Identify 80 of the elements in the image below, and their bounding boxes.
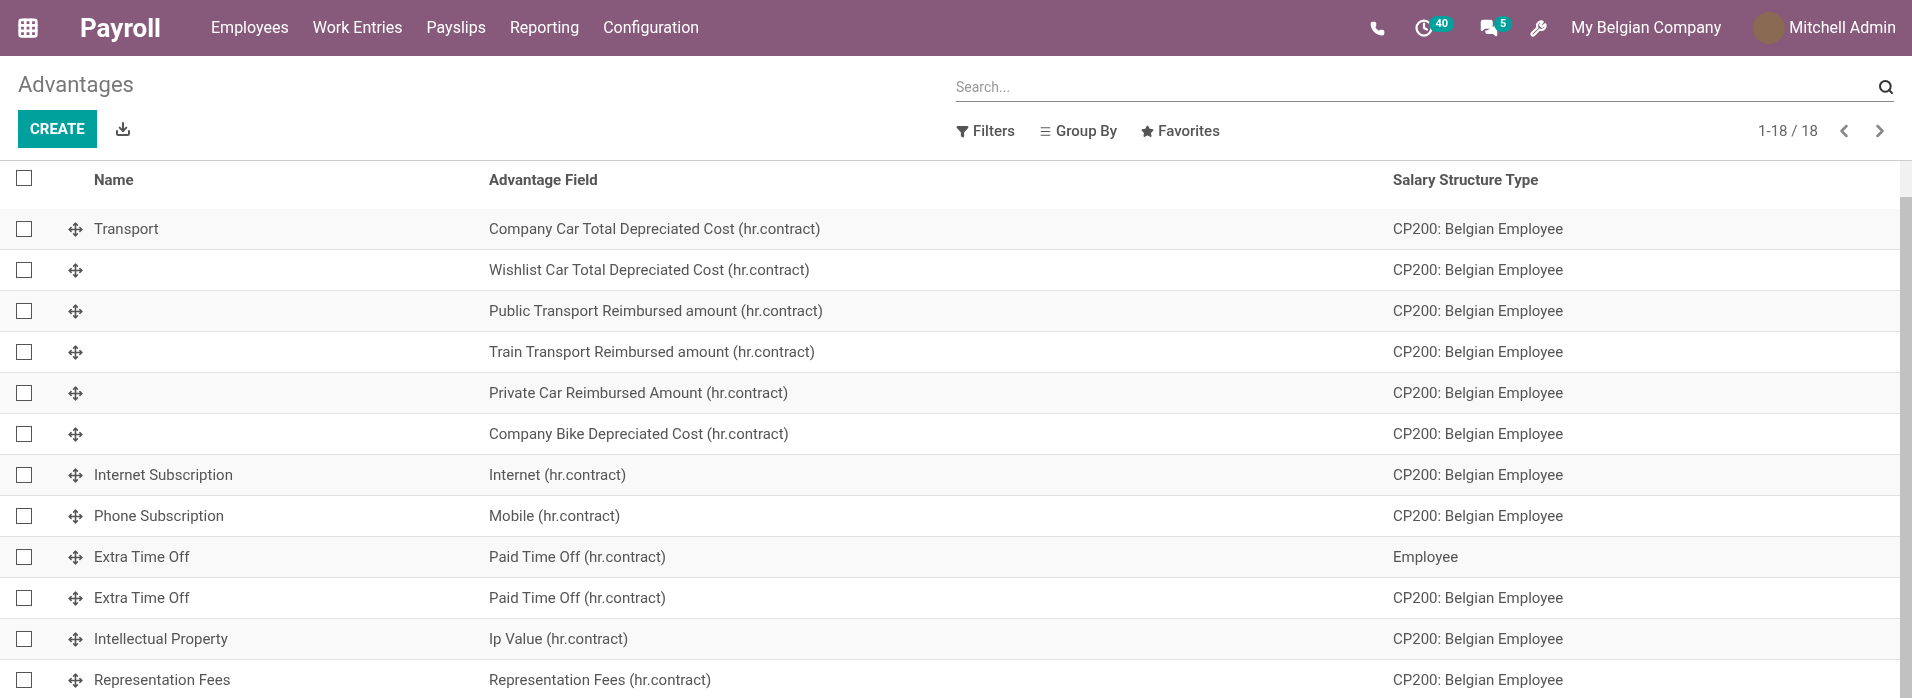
table-cell: Intellectual Property	[94, 629, 228, 648]
table-cell: Employee	[1393, 547, 1459, 566]
filter-icon	[956, 124, 969, 138]
checkbox[interactable]	[16, 426, 32, 442]
phone-icon[interactable]	[1370, 20, 1386, 36]
user-name[interactable]: Mitchell Admin	[1789, 16, 1896, 40]
filter-dropdown[interactable]: Filters	[956, 119, 1015, 143]
table-row[interactable]: Intellectual Property Ip Value (hr.contract) CP200: Belgian Employee	[0, 619, 1900, 660]
table-cell: Public Transport Reimbursed amount (hr.contract)	[489, 301, 823, 320]
table-cell: CP200: Belgian Employee	[1393, 465, 1564, 484]
checkbox[interactable]	[16, 344, 32, 360]
filter-dropdown[interactable]: Group By	[1038, 119, 1118, 143]
column-header[interactable]: Salary Structure Type	[1391, 169, 1539, 192]
checkbox[interactable]	[16, 262, 32, 278]
table-cell: CP200: Belgian Employee	[1393, 342, 1564, 361]
chat-icon[interactable]	[1480, 19, 1499, 37]
table-cell: Wishlist Car Total Depreciated Cost (hr.contract)	[489, 260, 810, 279]
tools-icon[interactable]	[1530, 19, 1548, 37]
checkbox[interactable]	[16, 303, 32, 319]
pager-value: 1-18 / 18	[1758, 120, 1818, 142]
table-cell: Representation Fees (hr.contract)	[489, 670, 712, 689]
table-cell: Extra Time Off	[94, 588, 190, 607]
company-switcher[interactable]: My Belgian Company	[1571, 16, 1722, 40]
scrollbar[interactable]	[1900, 161, 1912, 698]
table-cell: CP200: Belgian Employee	[1393, 424, 1564, 443]
table-cell: Internet Subscription	[94, 465, 233, 484]
apps-menu-icon[interactable]	[16, 16, 40, 40]
table-row[interactable]: Public Transport Reimbursed amount (hr.contract) CP200: Belgian Employee	[0, 291, 1900, 332]
clock-icon[interactable]	[1415, 19, 1434, 37]
table-row[interactable]: Private Car Reimbursed Amount (hr.contract) CP200: Belgian Employee	[0, 373, 1900, 414]
table-cell: Train Transport Reimbursed amount (hr.contract)	[489, 342, 815, 361]
checkbox[interactable]	[16, 170, 32, 186]
activity-count: 40	[1429, 15, 1455, 33]
table-row[interactable]: Internet Subscription Internet (hr.contract) CP200: Belgian Employee	[0, 455, 1900, 496]
table-cell: CP200: Belgian Employee	[1393, 301, 1564, 320]
checkbox[interactable]	[16, 590, 32, 606]
page-title: Advantages	[18, 71, 135, 99]
table-cell: Extra Time Off	[94, 547, 190, 566]
table-cell: Ip Value (hr.contract)	[489, 629, 629, 648]
checkbox[interactable]	[16, 221, 32, 237]
table-cell: Mobile (hr.contract)	[489, 506, 621, 525]
column-header[interactable]: Advantage Field	[487, 169, 1391, 192]
menu-item[interactable]: Work Entries	[300, 16, 415, 40]
table-cell: Transport	[94, 219, 159, 238]
table-cell: Paid Time Off (hr.contract)	[489, 588, 667, 607]
table-cell: Company Car Total Depreciated Cost (hr.contract)	[489, 219, 821, 238]
table-cell: CP200: Belgian Employee	[1393, 260, 1564, 279]
table-cell: Representation Fees	[94, 670, 231, 689]
table-cell: Internet (hr.contract)	[489, 465, 627, 484]
table-cell: CP200: Belgian Employee	[1393, 588, 1564, 607]
menu-item[interactable]: Reporting	[497, 16, 592, 40]
app-title: Payroll	[80, 11, 161, 45]
table-row[interactable]: Transport Company Car Total Depreciated Cost (hr.contract) CP200: Belgian Employee	[0, 209, 1900, 250]
download-icon[interactable]	[114, 121, 131, 137]
table-cell: Private Car Reimbursed Amount (hr.contract)	[489, 383, 789, 402]
table-cell: CP200: Belgian Employee	[1393, 629, 1564, 648]
table-cell: CP200: Belgian Employee	[1393, 383, 1564, 402]
menu-item[interactable]: Configuration	[591, 16, 712, 40]
menu-item[interactable]: Payslips	[414, 16, 498, 40]
checkbox[interactable]	[16, 385, 32, 401]
search-icon[interactable]	[1878, 78, 1894, 95]
table-cell: Company Bike Depreciated Cost (hr.contract)	[489, 424, 789, 443]
table-cell: CP200: Belgian Employee	[1393, 670, 1564, 689]
table-cell: Paid Time Off (hr.contract)	[489, 547, 667, 566]
star-icon	[1141, 124, 1155, 138]
table-cell: CP200: Belgian Employee	[1393, 506, 1564, 525]
checkbox[interactable]	[16, 508, 32, 524]
table-cell: CP200: Belgian Employee	[1393, 219, 1564, 238]
table-cell: Phone Subscription	[94, 506, 224, 525]
checkbox[interactable]	[16, 672, 32, 688]
checkbox[interactable]	[16, 631, 32, 647]
message-count: 5	[1494, 15, 1513, 33]
search-field[interactable]: Search...	[956, 72, 1878, 101]
filter-dropdown[interactable]: Favorites	[1141, 119, 1220, 143]
table-row[interactable]: Extra Time Off Paid Time Off (hr.contract) Employee	[0, 537, 1900, 578]
menu-item[interactable]: Employees	[199, 16, 301, 40]
column-header[interactable]: Name	[92, 169, 487, 192]
checkbox[interactable]	[16, 549, 32, 565]
checkbox[interactable]	[16, 467, 32, 483]
list-icon	[1038, 124, 1052, 138]
